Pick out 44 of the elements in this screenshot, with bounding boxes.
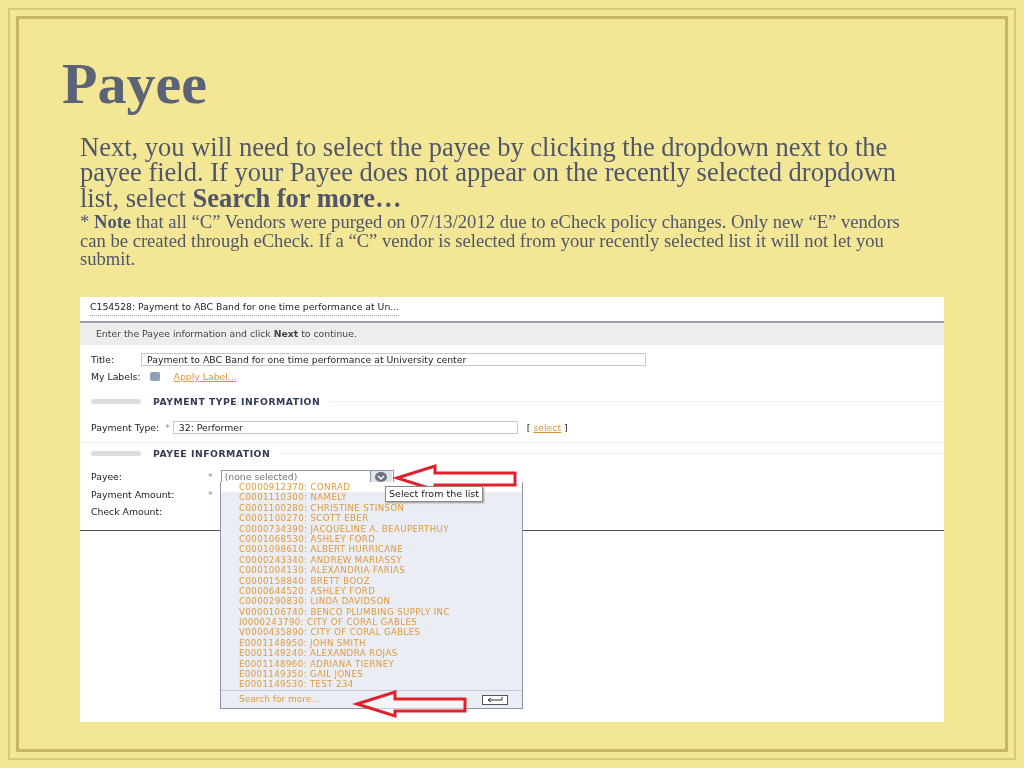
enter-key-icon[interactable] xyxy=(482,694,508,705)
dropdown-option[interactable]: C0001098610: ALBERT HURRICANE xyxy=(221,544,522,555)
dropdown-option[interactable]: E0001149530: TEST 234 xyxy=(221,679,522,690)
dropdown-option[interactable]: C0000734390: JACQUELINE A. BEAUPERTHUY xyxy=(221,523,522,534)
dropdown-option[interactable]: C0000243340: ANDREW MARIASSY xyxy=(221,554,522,566)
required-marker: * xyxy=(208,469,213,484)
field-label: Payment Type: xyxy=(91,420,160,435)
select-link[interactable]: select xyxy=(533,420,562,435)
note-paragraph: *Note that all “C” Vendors were purged on 07/13/2012 due to eCheck policy changes. Only new “E” vendors can be created through eCheck. If a “C” vendor is selected from your recently selected list it will not let you submit. xyxy=(80,213,901,268)
bracket-text: [ xyxy=(526,420,531,435)
payment-type-input[interactable]: 32: Performer xyxy=(172,421,518,435)
dropdown-option[interactable]: V0000435890: CITY OF CORAL GABLES xyxy=(221,627,522,638)
dropdown-option[interactable]: C0000158840: BRETT BOOZ xyxy=(221,575,522,586)
dropdown-option[interactable]: C0001004130: ALEXANDRIA FARIAS xyxy=(221,565,522,576)
bracket-text: ] xyxy=(564,420,568,435)
required-marker: * xyxy=(165,420,170,435)
dropdown-option[interactable]: E0001148960: ADRIANA TIERNEY xyxy=(221,658,522,670)
dropdown-option[interactable]: E0001148950: JOHN SMITH xyxy=(221,637,522,649)
dropdown-option[interactable]: V0000106740: BENCO PLUMBING SUPPLY INC xyxy=(221,606,522,618)
info-icon xyxy=(149,372,160,382)
tooltip: Select from the list xyxy=(385,486,484,503)
section-heading: PAYMENT TYPE INFORMATION xyxy=(153,394,321,409)
dropdown-option[interactable]: C0000290830: LINDA DAVIDSON xyxy=(221,596,522,607)
apply-label-link[interactable]: Apply Label... xyxy=(173,369,237,384)
dropdown-option[interactable]: C0001100270: SCOTT EBER xyxy=(221,513,522,524)
instruction-bar: Enter the Payee information and click Next to continue. xyxy=(80,320,944,345)
dropdown-option[interactable]: I0000243790: CITY OF CORAL GABLES xyxy=(221,617,522,628)
dropdown-option[interactable]: C0000644520: ASHLEY FORD xyxy=(221,585,522,597)
dropdown-option[interactable]: E0001149240: ALEXANDRA ROJAS xyxy=(221,648,522,659)
slide-title: Payee xyxy=(62,55,207,113)
section-heading: PAYEE INFORMATION xyxy=(153,446,271,461)
title-input[interactable]: Payment to ABC Band for one time performance at University center xyxy=(141,353,646,367)
field-label: Payee: xyxy=(91,469,123,484)
dropdown-option[interactable]: C0001100280: CHRISTINE STINSON xyxy=(221,502,522,514)
field-label: Payment Amount: xyxy=(91,487,176,502)
field-label: My Labels: xyxy=(91,369,141,384)
dropdown-chevron-icon[interactable] xyxy=(369,471,392,483)
intro-paragraph: Next, you will need to select the payee by clicking the dropdown next to the payee field. If your Payee does not appear on the recently selected dropdown list, select Search for more… xyxy=(80,135,898,212)
field-label: Title: xyxy=(91,352,116,367)
breadcrumb-title: C154528: Payment to ABC Band for one time performance at Un... xyxy=(90,300,400,316)
dropdown-option[interactable]: C0001068530: ASHLEY FORD xyxy=(221,533,522,545)
field-label: Check Amount: xyxy=(91,505,163,520)
dropdown-option[interactable]: E0001149350: GAIL JONES xyxy=(221,669,522,680)
required-marker: * xyxy=(208,487,213,502)
